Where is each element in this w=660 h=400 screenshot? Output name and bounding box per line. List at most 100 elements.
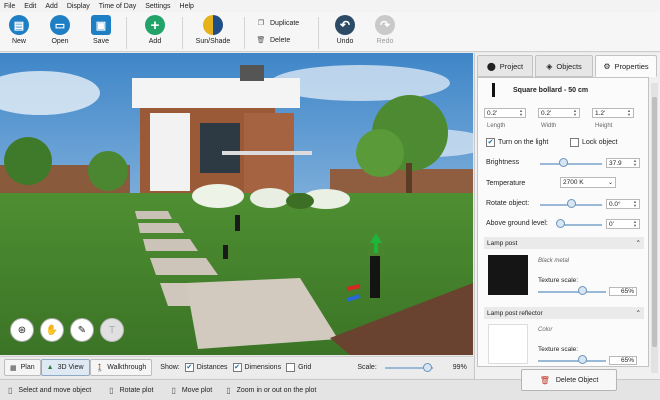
- white-color-swatch[interactable]: [488, 324, 528, 364]
- plan-icon: ▦: [10, 364, 17, 372]
- delete-object-label: Delete Object: [555, 376, 599, 384]
- save-disk-icon: ▣: [91, 15, 111, 35]
- menu-settings[interactable]: Settings: [145, 3, 170, 10]
- texture-scale-slider-track[interactable]: [538, 360, 606, 362]
- save-button[interactable]: ▣ Save: [83, 15, 119, 45]
- menu-help[interactable]: Help: [180, 3, 194, 10]
- temperature-value: 2700 K: [563, 179, 584, 186]
- above-ground-slider-track[interactable]: [560, 224, 602, 226]
- object-title-row: Square bollard - 50 cm: [492, 83, 588, 97]
- spinner-arrows-icon[interactable]: ▲ ▼: [633, 159, 637, 167]
- above-ground-label: Above ground level:: [486, 220, 548, 227]
- open-button[interactable]: ▭ Open: [42, 15, 78, 45]
- distances-checkbox[interactable]: ✔ Distances: [184, 363, 228, 372]
- spinner-arrows-icon[interactable]: ▲ ▼: [633, 200, 637, 208]
- add-button[interactable]: + Add: [137, 15, 173, 45]
- black-metal-swatch[interactable]: [488, 255, 528, 295]
- layers-icon: ◈: [546, 61, 553, 71]
- above-ground-input[interactable]: 0' ▲ ▼: [606, 219, 640, 229]
- menu-time-of-day[interactable]: Time of Day: [99, 3, 136, 10]
- width-input[interactable]: 0.2' ▲ ▼: [538, 108, 580, 118]
- zoom-hint-text: Zoom in or out on the plot: [236, 386, 317, 394]
- length-input[interactable]: 0.2' ▲ ▼: [484, 108, 526, 118]
- undo-button[interactable]: ↶ Undo: [327, 15, 363, 45]
- texture-scale-slider-knob[interactable]: [577, 355, 587, 364]
- open-label: Open: [51, 38, 69, 45]
- panel-scrollbar[interactable]: [651, 83, 658, 373]
- lock-object-checkbox[interactable]: Lock object: [570, 138, 617, 147]
- gear-icon: ⚙: [603, 61, 611, 71]
- text-tool-icon[interactable]: T: [100, 318, 124, 342]
- height-input[interactable]: 1.2' ▲ ▼: [592, 108, 634, 118]
- spinner-arrows-icon[interactable]: ▲ ▼: [627, 109, 631, 117]
- walkthrough-button[interactable]: 🚶 Walkthrough: [89, 359, 153, 376]
- grid-checkbox[interactable]: Grid: [286, 363, 311, 372]
- tab-project-label: Project: [499, 61, 524, 71]
- menu-file[interactable]: File: [4, 3, 15, 10]
- duplicate-button[interactable]: ❐ Duplicate: [256, 19, 300, 28]
- bollard-thumbnail-icon: [492, 83, 495, 97]
- texture-scale-value[interactable]: 65%: [609, 287, 637, 296]
- menu-display[interactable]: Display: [67, 3, 90, 10]
- temperature-select[interactable]: 2700 K ⌄: [560, 177, 616, 188]
- tab-properties-label: Properties: [614, 61, 649, 71]
- panel-scrollbar-thumb[interactable]: [652, 97, 657, 347]
- scale-slider-knob[interactable]: [423, 362, 433, 372]
- dimensions-checkbox[interactable]: ✔ Dimensions: [232, 363, 282, 372]
- spinner-arrows-icon[interactable]: ▲ ▼: [519, 109, 523, 117]
- plan-view-button[interactable]: ▦ Plan: [4, 359, 41, 376]
- empty-checkbox-box: [570, 138, 579, 147]
- new-button[interactable]: ▤ New: [1, 15, 37, 45]
- brightness-label: Brightness: [486, 159, 520, 166]
- select-hint-text: Select and move object: [18, 386, 92, 394]
- brightness-slider-track[interactable]: [540, 163, 602, 165]
- texture-scale-slider-knob[interactable]: [577, 286, 587, 295]
- rotate-label: Rotate object:: [486, 200, 530, 207]
- undo-label: Undo: [336, 38, 354, 45]
- tab-objects[interactable]: ◈ Objects: [535, 55, 593, 77]
- brightness-input[interactable]: 37.9 ▲ ▼: [606, 158, 640, 168]
- sun-shade-button[interactable]: Sun/Shade: [195, 15, 231, 45]
- dimension-inputs: 0.2' ▲ ▼ 0.2' ▲ ▼ 1.2' ▲ ▼: [484, 108, 634, 118]
- menu-add[interactable]: Add: [45, 3, 57, 10]
- 3d-view-button[interactable]: ▲ 3D View: [40, 359, 90, 376]
- duplicate-label: Duplicate: [270, 19, 300, 27]
- lock-object-label: Lock object: [582, 139, 618, 146]
- move-hint-text: Move plot: [181, 386, 213, 394]
- spinner-arrows-icon[interactable]: ▲ ▼: [573, 109, 577, 117]
- turn-on-light-checkbox[interactable]: ✔ Turn on the light: [486, 138, 548, 147]
- delete-object-button[interactable]: 🗑 Delete Object: [521, 369, 617, 391]
- orbit-tool-icon[interactable]: ⊛: [10, 318, 34, 342]
- lamp-reflector-section-title: Lamp post reflector: [487, 309, 543, 317]
- rotate-input[interactable]: 0.0° ▲ ▼: [606, 199, 640, 209]
- redo-button[interactable]: ↷ Redo: [367, 15, 403, 45]
- texture-scale-slider-track[interactable]: [538, 291, 606, 293]
- height-label: Height: [595, 123, 613, 129]
- tab-project[interactable]: ⬤ Project: [477, 55, 533, 77]
- scale-slider[interactable]: [384, 362, 433, 373]
- brightness-slider-knob[interactable]: [559, 158, 569, 167]
- folder-open-icon: ▭: [50, 15, 70, 35]
- plus-icon: +: [145, 15, 165, 35]
- menu-bar: File Edit Add Display Time of Day Settin…: [0, 0, 660, 12]
- rotate-slider-knob[interactable]: [566, 199, 576, 208]
- measure-ruler-icon[interactable]: ✎: [70, 318, 94, 342]
- sun-shade-icon: [203, 15, 223, 35]
- toolbar-divider: [182, 17, 183, 49]
- texture-scale-value[interactable]: 65%: [609, 356, 637, 365]
- scale-value: 99%: [452, 364, 467, 371]
- lamp-post-section-header[interactable]: Lamp post ⌃: [484, 237, 644, 249]
- spinner-arrows-icon[interactable]: ▲ ▼: [633, 220, 637, 228]
- tab-properties[interactable]: ⚙ Properties: [595, 55, 657, 77]
- add-label: Add: [148, 38, 162, 45]
- height-value: 1.2': [595, 109, 606, 117]
- hand-pan-icon[interactable]: ✋: [40, 318, 64, 342]
- delete-button[interactable]: 🗑 Delete: [256, 36, 291, 45]
- dimension-labels: Length Width Height: [487, 123, 612, 129]
- above-ground-slider-knob[interactable]: [555, 219, 565, 228]
- 3d-viewport[interactable]: ⊛ ✋ ✎ T: [0, 53, 473, 355]
- dimensions-label: Dimensions: [244, 364, 282, 371]
- lamp-reflector-section-header[interactable]: Lamp post reflector ⌃: [484, 307, 644, 319]
- menu-edit[interactable]: Edit: [24, 3, 36, 10]
- checkmark-icon: ✔: [486, 138, 495, 147]
